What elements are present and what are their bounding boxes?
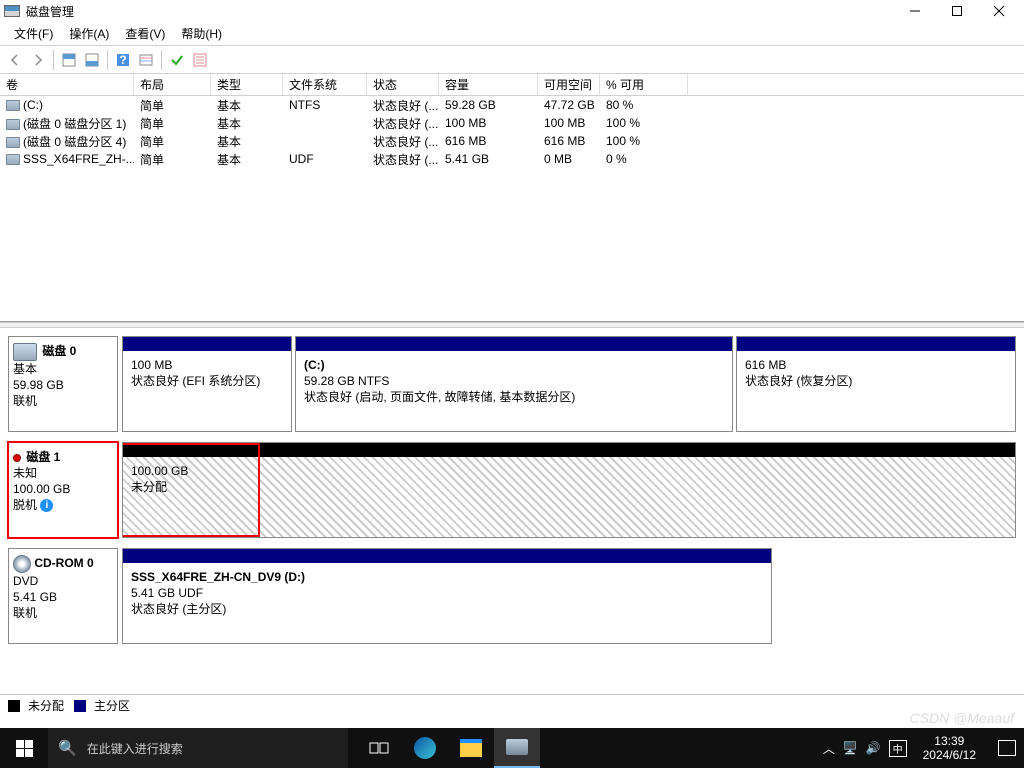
col-status[interactable]: 状态 <box>367 74 439 95</box>
legend-primary: 主分区 <box>94 697 130 714</box>
tray-network-icon[interactable]: 🖥️ <box>843 741 858 755</box>
watermark: CSDN @Meaauf <box>910 710 1014 726</box>
col-type[interactable]: 类型 <box>211 74 283 95</box>
title-bar: 磁盘管理 <box>0 0 1024 22</box>
disk0-info[interactable]: 磁盘 0 基本 59.98 GB 联机 <box>8 336 118 432</box>
disk1-part0[interactable]: 100.00 GB 未分配 <box>122 442 1016 538</box>
view-top-button[interactable] <box>58 49 80 71</box>
disk-graphical-view: 磁盘 0 基本 59.98 GB 联机 100 MB 状态良好 (EFI 系统分… <box>0 328 1024 694</box>
tray-clock[interactable]: 13:39 2024/6/12 <box>915 734 984 762</box>
error-icon <box>13 454 21 462</box>
disk0-part1[interactable]: (C:) 59.28 GB NTFS 状态良好 (启动, 页面文件, 故障转储,… <box>295 336 733 432</box>
volume-row[interactable]: (磁盘 0 磁盘分区 1)简单基本状态良好 (...100 MB100 MB10… <box>0 114 1024 132</box>
info-icon[interactable]: i <box>40 499 53 512</box>
volume-icon <box>6 119 20 130</box>
tray-ime[interactable]: 中 <box>889 740 907 757</box>
disk0-type: 基本 <box>13 361 113 377</box>
cdrom0-type: DVD <box>13 573 113 589</box>
window-title: 磁盘管理 <box>26 3 894 20</box>
col-layout[interactable]: 布局 <box>134 74 211 95</box>
toolbar: ? <box>0 46 1024 74</box>
col-fs[interactable]: 文件系统 <box>283 74 367 95</box>
disk0-name: 磁盘 0 <box>42 344 76 358</box>
legend-unalloc: 未分配 <box>28 697 64 714</box>
volume-row[interactable]: (磁盘 0 磁盘分区 4)简单基本状态良好 (...616 MB616 MB10… <box>0 132 1024 150</box>
forward-button[interactable] <box>27 49 49 71</box>
cdrom0-size: 5.41 GB <box>13 589 113 605</box>
tray-notifications-icon[interactable] <box>998 740 1016 756</box>
task-view-button[interactable] <box>356 728 402 768</box>
disk0-size: 59.98 GB <box>13 377 113 393</box>
menu-bar: 文件(F) 操作(A) 查看(V) 帮助(H) <box>0 22 1024 46</box>
disk1-type: 未知 <box>13 465 113 481</box>
view-bottom-button[interactable] <box>81 49 103 71</box>
back-button[interactable] <box>4 49 26 71</box>
legend-swatch-primary <box>74 700 86 712</box>
col-free[interactable]: 可用空间 <box>538 74 600 95</box>
search-icon: 🔍 <box>58 739 77 757</box>
taskbar-edge[interactable] <box>402 728 448 768</box>
start-button[interactable] <box>0 728 48 768</box>
svg-text:?: ? <box>119 53 126 67</box>
taskbar: 🔍 在此键入进行搜索 ︿ 🖥️ 🔊 中 13:39 2024/6/12 <box>0 728 1024 768</box>
volume-row[interactable]: SSS_X64FRE_ZH-...简单基本UDF状态良好 (...5.41 GB… <box>0 150 1024 168</box>
cdrom0-part0[interactable]: SSS_X64FRE_ZH-CN_DV9 (D:) 5.41 GB UDF 状态… <box>122 548 772 644</box>
cdrom0-status: 联机 <box>13 605 113 621</box>
col-pct[interactable]: % 可用 <box>600 74 688 95</box>
help-button[interactable]: ? <box>112 49 134 71</box>
minimize-button[interactable] <box>894 0 936 22</box>
volume-icon <box>6 154 20 165</box>
disk0-part0[interactable]: 100 MB 状态良好 (EFI 系统分区) <box>122 336 292 432</box>
disk1-status: 脱机 <box>13 498 37 512</box>
tray-volume-icon[interactable]: 🔊 <box>866 741 881 755</box>
disk1-size: 100.00 GB <box>13 481 113 497</box>
legend: 未分配 主分区 <box>0 694 1024 716</box>
volume-header: 卷 布局 类型 文件系统 状态 容量 可用空间 % 可用 <box>0 74 1024 96</box>
volume-icon <box>6 100 20 111</box>
disk-row-cdrom: CD-ROM 0 DVD 5.41 GB 联机 SSS_X64FRE_ZH-CN… <box>8 548 1016 644</box>
system-tray: ︿ 🖥️ 🔊 中 13:39 2024/6/12 <box>821 728 1024 768</box>
col-volume[interactable]: 卷 <box>0 74 134 95</box>
menu-file[interactable]: 文件(F) <box>6 22 61 45</box>
volume-list: 卷 布局 类型 文件系统 状态 容量 可用空间 % 可用 (C:)简单基本NTF… <box>0 74 1024 322</box>
menu-view[interactable]: 查看(V) <box>117 22 173 45</box>
cdrom0-info[interactable]: CD-ROM 0 DVD 5.41 GB 联机 <box>8 548 118 644</box>
disk-row-1: 磁盘 1 未知 100.00 GB 脱机 i 100.00 GB 未分配 <box>8 442 1016 538</box>
volume-icon <box>6 137 20 148</box>
disk0-part2[interactable]: 616 MB 状态良好 (恢复分区) <box>736 336 1016 432</box>
menu-help[interactable]: 帮助(H) <box>173 22 230 45</box>
legend-swatch-unalloc <box>8 700 20 712</box>
disk1-name: 磁盘 1 <box>26 450 60 464</box>
cdrom0-name: CD-ROM 0 <box>34 556 93 570</box>
maximize-button[interactable] <box>936 0 978 22</box>
disk1-info[interactable]: 磁盘 1 未知 100.00 GB 脱机 i <box>8 442 118 538</box>
search-placeholder: 在此键入进行搜索 <box>87 740 183 757</box>
disk-icon <box>13 343 37 361</box>
app-icon <box>4 5 20 17</box>
tray-chevron-icon[interactable]: ︿ <box>823 740 835 757</box>
col-capacity[interactable]: 容量 <box>439 74 538 95</box>
menu-action[interactable]: 操作(A) <box>61 22 117 45</box>
close-button[interactable] <box>978 0 1020 22</box>
apply-button[interactable] <box>166 49 188 71</box>
disk-row-0: 磁盘 0 基本 59.98 GB 联机 100 MB 状态良好 (EFI 系统分… <box>8 336 1016 432</box>
settings-button[interactable] <box>135 49 157 71</box>
disk0-status: 联机 <box>13 393 113 409</box>
volume-row[interactable]: (C:)简单基本NTFS状态良好 (...59.28 GB47.72 GB80 … <box>0 96 1024 114</box>
cdrom-icon <box>13 555 31 573</box>
taskbar-diskmgmt[interactable] <box>494 728 540 768</box>
list-button[interactable] <box>189 49 211 71</box>
taskbar-explorer[interactable] <box>448 728 494 768</box>
search-box[interactable]: 🔍 在此键入进行搜索 <box>48 728 348 768</box>
